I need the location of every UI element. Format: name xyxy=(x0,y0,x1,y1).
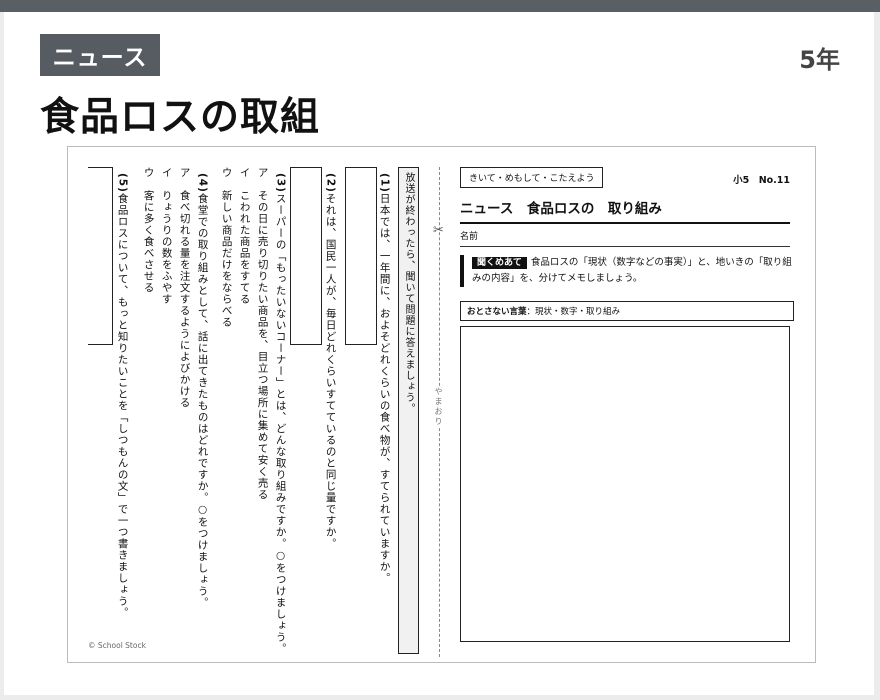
memo-box xyxy=(460,326,790,642)
listening-goal: 聞くめあて 食品ロスの「現状（数字などの事実）」と、地いきの「取り組みの内容」を、… xyxy=(460,255,796,288)
key-words-text: ：現状・数字・取り組み xyxy=(526,307,621,317)
top-bar xyxy=(0,0,880,12)
instruction-box: 放送が終わったら、聞いて問題に答えましょう。 xyxy=(398,167,419,654)
name-label: 名前 xyxy=(460,232,479,242)
page-title: 食品ロスの取組 xyxy=(40,95,321,140)
copyright: © School Stock xyxy=(88,641,146,650)
news-badge: ニュース xyxy=(40,34,160,76)
sheet-number: 小5 No.11 xyxy=(733,175,790,186)
instruction-text: 放送が終わったら、聞いて問題に答えましょう。 xyxy=(403,172,414,414)
q2-answer-box xyxy=(290,167,322,345)
q5-answer-box xyxy=(88,167,113,345)
q3-option-i: イ こわれた商品をすてる xyxy=(238,167,251,305)
key-words: おとさない言葉：現状・数字・取り組み xyxy=(460,301,794,321)
q4-option-u: ウ 客に多く食べさせる xyxy=(142,167,155,294)
key-words-label: おとさない言葉 xyxy=(467,307,527,317)
q5-text: (5)食品ロスについて、もっと知りたいことを「しつもんの文」で一つ書きましょう。 xyxy=(116,173,129,619)
q1-answer-box xyxy=(345,167,377,345)
scissors-icon: ✂ xyxy=(433,223,444,238)
q1-text: (1)日本では、一年間に、およそどれくらいの食べ物が、すてられていますか。 xyxy=(378,173,391,584)
listening-goal-badge: 聞くめあて xyxy=(472,257,527,269)
q3-option-a: ア その日に売り切りたい商品を、目立つ場所に集めて安く売る xyxy=(256,167,269,501)
q3-option-u: ウ 新しい商品だけをならべる xyxy=(220,167,233,328)
q4-question: (4)食堂での取り組みとして、話に出てきたものはどれですか。○をつけましょう。 xyxy=(196,173,209,609)
q4-option-i: イ りょうりの数をふやす xyxy=(160,167,173,305)
q4-option-a: ア 食べ切れる量を注文するようによびかける xyxy=(178,167,191,409)
fold-label: やまおり xyxy=(433,387,444,427)
q3-question: (3)スーパーの「もったいないコーナー」とは、どんな取り組みですか。○をつけまし… xyxy=(274,173,287,655)
sheet-title: ニュース 食品ロスの 取り組み xyxy=(460,197,790,224)
kiite-label: きいて・めもして・こたえよう xyxy=(460,167,604,188)
worksheet: (5)食品ロスについて、もっと知りたいことを「しつもんの文」で一つ書きましょう。… xyxy=(67,146,816,663)
grade-label: 5年 xyxy=(799,46,840,74)
q2-text: (2)それは、国民一人が、毎日どれくらいすてているのと同じ量ですか。 xyxy=(324,173,337,550)
name-field: 名前 xyxy=(460,229,790,247)
